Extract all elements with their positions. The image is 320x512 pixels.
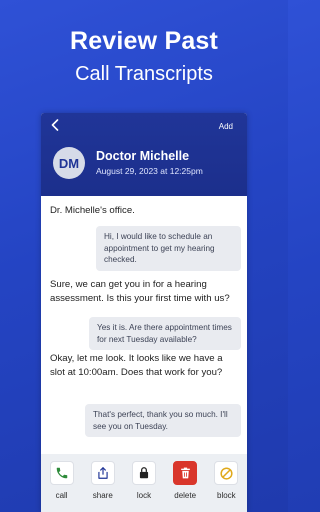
phone-screen: Add DM Doctor Michelle August 29, 2023 a…: [41, 113, 247, 512]
promo-title: Review Past: [69, 27, 219, 55]
share-label: share: [92, 491, 113, 500]
back-button[interactable]: [51, 119, 59, 135]
lock-icon: [131, 461, 156, 485]
promo-subtitle: Call Transcripts: [75, 63, 213, 85]
delete-label: delete: [174, 491, 197, 500]
transcript-line: Dr. Michelle's office.: [50, 205, 135, 216]
transcript-bubble: That's perfect, thank you so much. I'll …: [85, 404, 241, 437]
share-icon: [90, 461, 115, 485]
phone-icon: [49, 461, 74, 485]
transcript-line: Okay, let me look. It looks like we have…: [50, 353, 223, 378]
contact-header: Add DM Doctor Michelle August 29, 2023 a…: [41, 113, 247, 196]
call-datetime: August 29, 2023 at 12:25pm: [96, 166, 203, 176]
call-label: call: [55, 491, 68, 500]
trash-icon: [173, 461, 198, 485]
contact-name: Doctor Michelle: [96, 149, 190, 163]
lock-label: lock: [136, 491, 152, 500]
promo-header: Review Past Call Transcripts: [0, 26, 288, 89]
transcript-bubble: Hi, I would like to schedule an appointm…: [96, 226, 241, 271]
transcript-line: Sure, we can get you in for a hearing as…: [50, 279, 230, 304]
block-button[interactable]: block: [208, 461, 244, 512]
block-label: block: [217, 491, 236, 500]
chevron-left-icon: [51, 119, 59, 131]
transcript-bubble: Yes it is. Are there appointment times f…: [89, 317, 241, 350]
share-button[interactable]: share: [85, 461, 121, 512]
lock-button[interactable]: lock: [126, 461, 162, 512]
call-button[interactable]: call: [44, 461, 80, 512]
action-bar: call share lock delete block: [41, 454, 247, 512]
avatar: DM: [53, 147, 85, 179]
block-icon: [214, 461, 239, 485]
add-button[interactable]: Add: [219, 122, 233, 131]
delete-button[interactable]: delete: [167, 461, 203, 512]
